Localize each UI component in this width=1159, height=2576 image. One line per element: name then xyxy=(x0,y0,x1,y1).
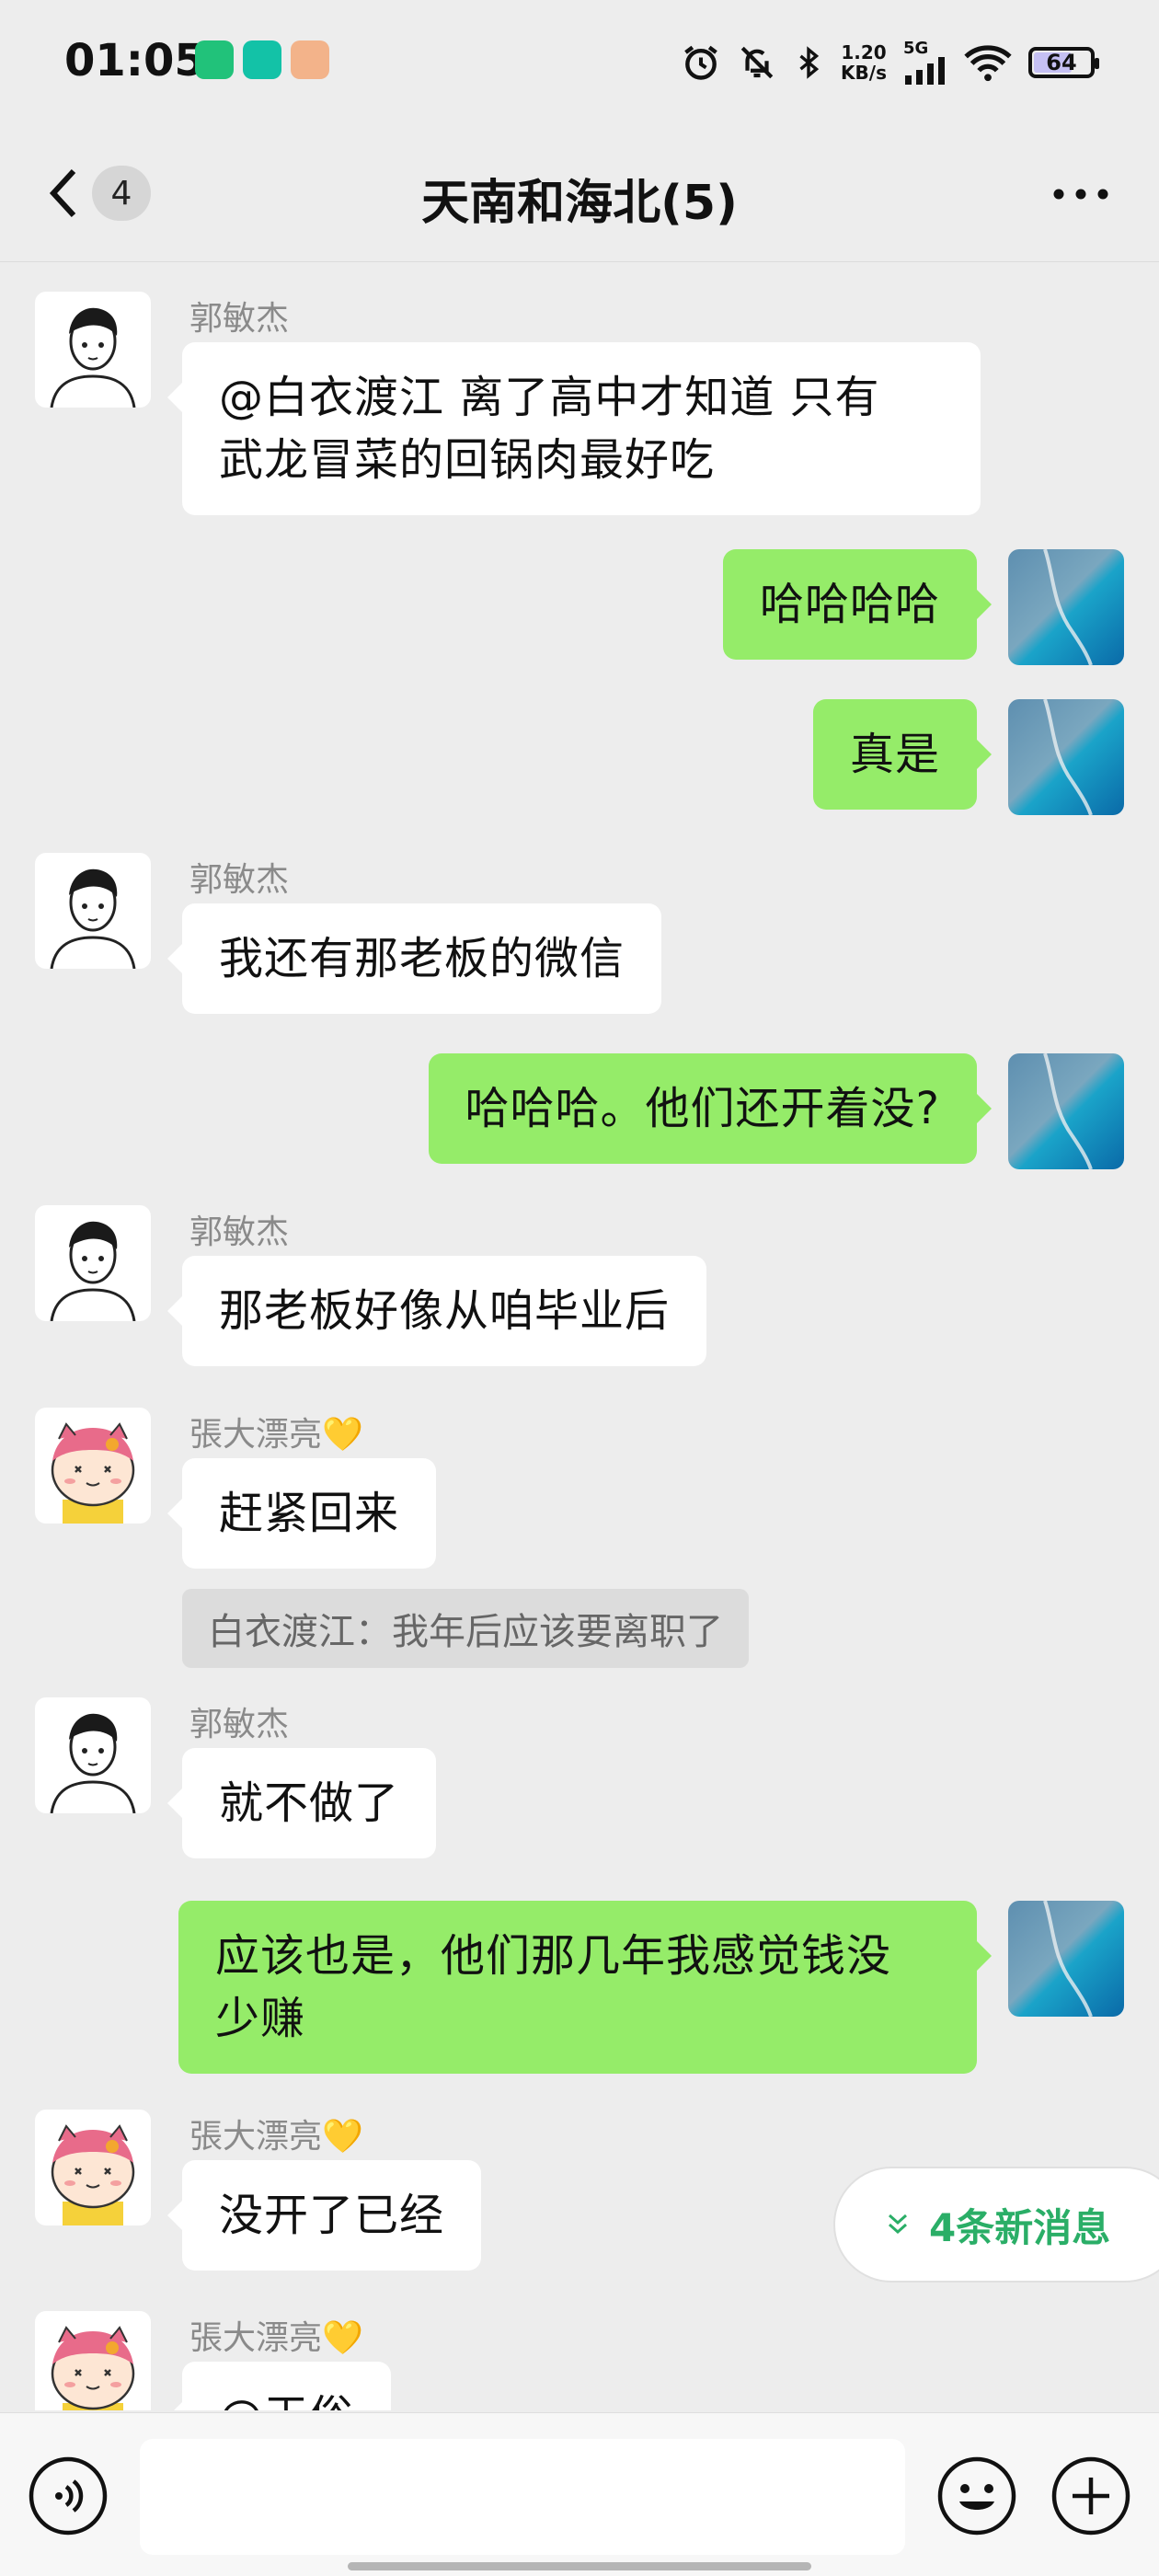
quoted-message[interactable]: 白衣渡江：我年后应该要离职了 xyxy=(182,1589,749,1668)
signal-icon xyxy=(905,57,945,85)
message-item: 郭敏杰 我还有那老板的微信 xyxy=(0,853,1159,1037)
message-item: 郭敏杰 那老板好像从咱毕业后 xyxy=(0,1205,1159,1389)
sender-name: 郭敏杰 xyxy=(189,1213,290,1251)
message-item: 哈哈哈哈 xyxy=(0,549,1159,665)
message-text: 没开了已经 xyxy=(219,2190,445,2241)
message-text-line: 应该也是，他们那几年我感觉钱没 xyxy=(215,1930,892,1982)
message-item: 張大漂亮💛 @王俗 xyxy=(0,2311,1159,2410)
bluetooth-icon xyxy=(799,46,820,79)
tiger-app-icon xyxy=(291,40,329,79)
message-input[interactable] xyxy=(140,2439,905,2555)
mi-home-icon xyxy=(195,40,234,79)
wifi-icon xyxy=(964,45,1012,82)
plus-circle-icon xyxy=(1051,2456,1130,2536)
emoji-icon xyxy=(937,2456,1016,2536)
message-item: 哈哈哈。他们还开着没? xyxy=(0,1053,1159,1169)
status-indicators: 1.20 KB/s 5G 64 xyxy=(681,37,1099,88)
message-bubble[interactable]: 哈哈哈哈 xyxy=(722,549,993,660)
camera-app-icon xyxy=(243,40,281,79)
message-bubble[interactable]: 那老板好像从咱毕业后 xyxy=(166,1256,707,1366)
message-text-line: 武龙冒菜的回锅肉最好吃 xyxy=(219,434,716,486)
signal-group: 5G xyxy=(903,40,947,85)
sender-name: 郭敏杰 xyxy=(189,1706,290,1743)
message-item: 真是 xyxy=(0,699,1159,815)
message-item: 郭敏杰 @白衣渡江 离了高中才知道 只有 武龙冒菜的回锅肉最好吃 xyxy=(0,292,1159,522)
status-bar: 01:05 1.20 KB/s 5G 64 xyxy=(0,0,1159,129)
cat-avatar[interactable] xyxy=(35,2110,151,2225)
input-bar xyxy=(0,2412,1159,2576)
message-bubble[interactable]: 真是 xyxy=(812,699,993,810)
cat-avatar[interactable] xyxy=(35,1408,151,1524)
message-list[interactable]: 郭敏杰 @白衣渡江 离了高中才知道 只有 武龙冒菜的回锅肉最好吃 哈哈哈哈 真是… xyxy=(0,267,1159,2410)
message-bubble[interactable]: 哈哈哈。他们还开着没? xyxy=(428,1053,993,1164)
ocean-avatar[interactable] xyxy=(1008,1053,1124,1169)
home-indicator xyxy=(348,2562,811,2570)
message-item: 应该也是，他们那几年我感觉钱没 少赚 xyxy=(0,1901,1159,2076)
network-speed: 1.20 KB/s xyxy=(841,42,887,83)
message-text: 我还有那老板的微信 xyxy=(219,933,625,984)
message-bubble[interactable]: 应该也是，他们那几年我感觉钱没 少赚 xyxy=(178,1901,992,2074)
mute-bell-icon xyxy=(740,46,774,79)
cat-avatar[interactable] xyxy=(35,2311,151,2410)
chat-title: 天南和海北(5) xyxy=(421,176,738,231)
message-bubble[interactable]: 我还有那老板的微信 xyxy=(166,903,662,1014)
message-bubble[interactable]: 赶紧回来 xyxy=(166,1458,437,1569)
sender-name: 郭敏杰 xyxy=(189,300,290,338)
message-text-line: 少赚 xyxy=(215,1993,306,2044)
double-chevron-down-icon xyxy=(889,2214,907,2235)
message-text: 真是 xyxy=(849,729,940,780)
ocean-avatar[interactable] xyxy=(1008,699,1124,815)
voice-icon xyxy=(29,2456,108,2536)
message-bubble[interactable]: 就不做了 xyxy=(166,1748,437,1858)
sender-name: 張大漂亮💛 xyxy=(189,2118,363,2156)
notification-icons xyxy=(195,40,329,79)
chat-screen: 01:05 1.20 KB/s 5G 64 4 天南和海北(5) 郭敏杰 @白衣… xyxy=(0,0,1159,2576)
new-messages-button[interactable]: 4条新消息 xyxy=(833,2167,1159,2283)
ocean-avatar[interactable] xyxy=(1008,1901,1124,2017)
boy-avatar[interactable] xyxy=(35,1697,151,1813)
boy-avatar[interactable] xyxy=(35,1205,151,1321)
battery-percent: 64 xyxy=(1046,50,1077,75)
message-text-line: @白衣渡江 离了高中才知道 只有 xyxy=(219,372,880,423)
emoji-button[interactable] xyxy=(935,2454,1019,2538)
more-button[interactable] xyxy=(1049,171,1113,217)
alarm-icon xyxy=(684,45,717,80)
boy-avatar[interactable] xyxy=(35,292,151,408)
more-horizontal-icon xyxy=(1053,189,1108,200)
message-text: 哈哈哈。他们还开着没? xyxy=(465,1083,940,1134)
message-text: 赶紧回来 xyxy=(219,1488,400,1539)
sender-name: 張大漂亮💛 xyxy=(189,1416,363,1454)
more-actions-button[interactable] xyxy=(1049,2454,1133,2538)
voice-button[interactable] xyxy=(26,2454,110,2538)
message-text: @王俗 xyxy=(219,2386,354,2410)
message-item: 張大漂亮💛 赶紧回来 白衣渡江：我年后应该要离职了 xyxy=(0,1408,1159,1668)
boy-avatar[interactable] xyxy=(35,853,151,969)
message-bubble[interactable]: @白衣渡江 离了高中才知道 只有 武龙冒菜的回锅肉最好吃 xyxy=(167,342,981,515)
message-text: 那老板好像从咱毕业后 xyxy=(219,1285,671,1337)
status-time: 01:05 xyxy=(64,35,205,86)
message-bubble[interactable]: 没开了已经 xyxy=(166,2160,482,2271)
network-type: 5G xyxy=(903,39,929,58)
message-text: 哈哈哈哈 xyxy=(759,579,940,630)
message-bubble[interactable]: @王俗 xyxy=(166,2362,392,2410)
chat-header: 4 天南和海北(5) xyxy=(0,129,1159,262)
new-messages-label: 4条新消息 xyxy=(929,2204,1111,2250)
speed-value: 1.20 xyxy=(841,41,887,63)
sender-name: 郭敏杰 xyxy=(189,861,290,899)
battery-icon: 64 xyxy=(1028,47,1099,78)
sender-name: 張大漂亮💛 xyxy=(189,2319,363,2357)
message-item: 郭敏杰 就不做了 xyxy=(0,1697,1159,1881)
speed-unit: KB/s xyxy=(841,62,887,84)
message-text: 就不做了 xyxy=(219,1777,400,1829)
ocean-avatar[interactable] xyxy=(1008,549,1124,665)
